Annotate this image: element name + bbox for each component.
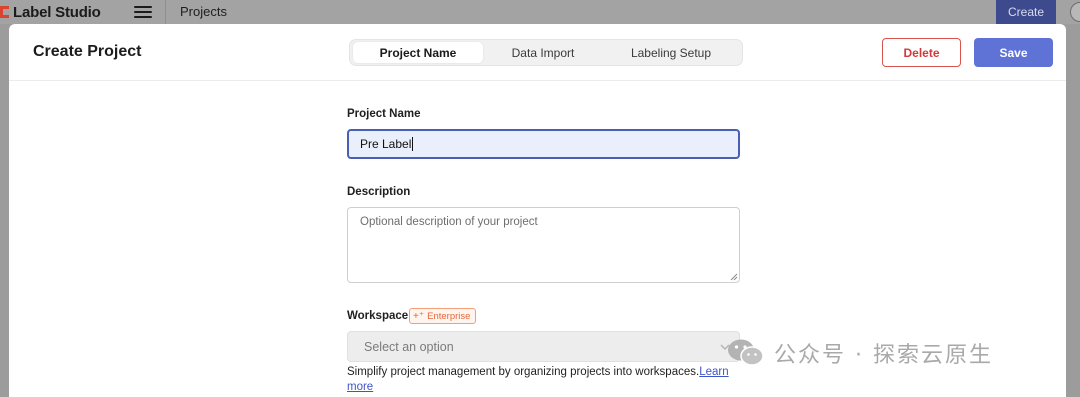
- save-button[interactable]: Save: [974, 38, 1053, 67]
- wechat-icon: [728, 339, 764, 366]
- description-label: Description: [347, 186, 411, 198]
- enterprise-badge: +⁺ Enterprise: [409, 308, 477, 324]
- workspace-select-placeholder: Select an option: [364, 339, 454, 354]
- enterprise-badge-label: Enterprise: [427, 310, 471, 322]
- tab-project-name[interactable]: Project Name: [353, 42, 483, 63]
- label-studio-logo-icon: [0, 6, 9, 18]
- workspace-help-copy: Simplify project management by organizin…: [347, 366, 700, 378]
- description-textarea[interactable]: Optional description of your project: [347, 207, 740, 283]
- watermark-text: 公众号 · 探索云原生: [774, 343, 993, 368]
- resize-grip-icon[interactable]: [730, 273, 738, 281]
- modal-header: Create Project Project Name Data Import …: [9, 24, 1066, 81]
- tab-labeling-setup[interactable]: Labeling Setup: [603, 42, 739, 63]
- workspace-label: Workspace: [347, 310, 409, 322]
- topbar-divider: [165, 0, 166, 24]
- workspace-select[interactable]: Select an option: [347, 331, 740, 362]
- brand[interactable]: Label Studio: [0, 0, 101, 24]
- step-tabs: Project Name Data Import Labeling Setup: [349, 39, 743, 66]
- description-placeholder: Optional description of your project: [360, 216, 538, 228]
- breadcrumb-projects[interactable]: Projects: [180, 4, 227, 19]
- watermark: 公众号 · 探索云原生: [727, 336, 993, 370]
- hamburger-menu-icon[interactable]: [134, 4, 152, 20]
- brand-name: Label Studio: [13, 3, 101, 21]
- text-caret: [412, 137, 414, 151]
- tab-data-import[interactable]: Data Import: [483, 42, 603, 63]
- project-name-value: Pre Label: [360, 137, 412, 151]
- project-name-label: Project Name: [347, 108, 421, 120]
- app-topbar: Label Studio Projects Create: [0, 0, 1080, 24]
- sparkle-icon: +⁺: [413, 310, 425, 322]
- delete-button[interactable]: Delete: [882, 38, 961, 67]
- project-name-input[interactable]: Pre Label: [347, 129, 740, 159]
- create-button[interactable]: Create: [996, 0, 1056, 24]
- modal-title: Create Project: [33, 43, 142, 60]
- workspace-help-text: Simplify project management by organizin…: [347, 365, 732, 395]
- avatar[interactable]: [1070, 2, 1080, 22]
